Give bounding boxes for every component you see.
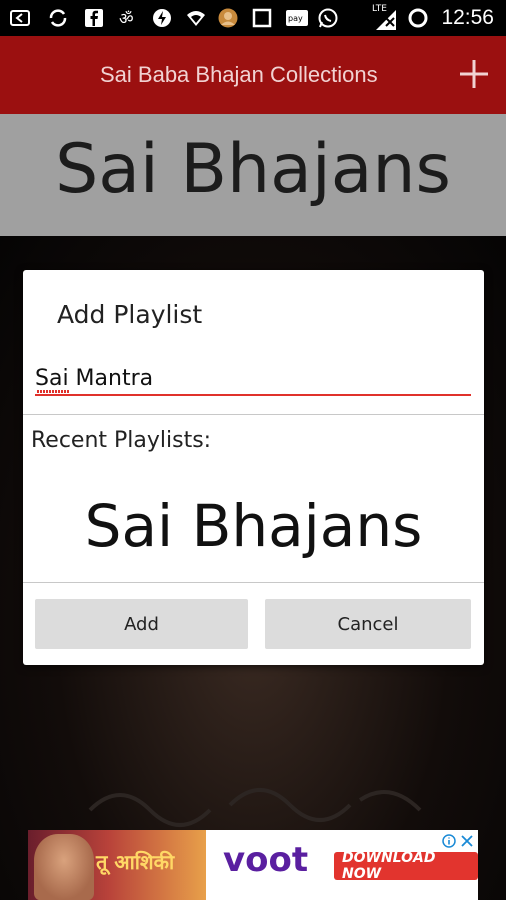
clock-time: 12:56 [441,6,494,29]
ad-download-button[interactable]: DOWNLOAD NOW [334,850,478,882]
whatsapp-icon [318,8,338,28]
playlist-title: Sai Bhajans [55,130,451,209]
paytm-icon: pay [286,10,308,26]
sync-icon [49,9,67,27]
svg-text:ॐ: ॐ [119,9,134,28]
close-icon[interactable] [460,834,474,848]
app-title: Sai Baba Bhajan Collections [100,62,378,87]
dialog-title: Add Playlist [57,300,203,329]
playlist-name-input[interactable] [35,362,471,396]
add-playlist-dialog: Add Playlist Recent Playlists: Sai Bhaja… [23,270,484,665]
facebook-icon [85,9,103,27]
signal-icon [376,10,396,30]
recent-playlist-item[interactable]: Sai Bhajans [23,492,484,560]
ad-person-image [34,834,94,900]
playlist-header: Sai Bhajans [0,114,506,236]
add-button[interactable]: Add [35,599,248,649]
alarm-icon [408,8,428,28]
plus-icon[interactable] [458,58,490,90]
ad-banner[interactable]: तू आशिकी voot DOWNLOAD NOW [28,830,478,900]
avatar-icon [218,8,238,28]
wifi-icon [187,11,205,26]
back-icon [10,10,30,26]
cancel-button[interactable]: Cancel [265,599,471,649]
ad-image: तू आशिकी [28,830,206,900]
ad-show-title: तू आशिकी [96,850,175,874]
svg-text:pay: pay [288,14,303,23]
app-bar: Sai Baba Bhajan Collections [0,36,506,114]
ad-brand-logo: voot [223,840,309,880]
recent-playlists-label: Recent Playlists: [31,428,212,453]
stop-icon [252,8,272,28]
info-icon[interactable] [442,834,456,848]
status-bar: ॐ pay LTE 12:56 [0,0,506,36]
om-icon: ॐ [119,9,134,28]
divider [23,582,484,583]
bolt-icon [153,9,171,27]
divider [23,414,484,415]
spellcheck-underline [37,390,69,393]
